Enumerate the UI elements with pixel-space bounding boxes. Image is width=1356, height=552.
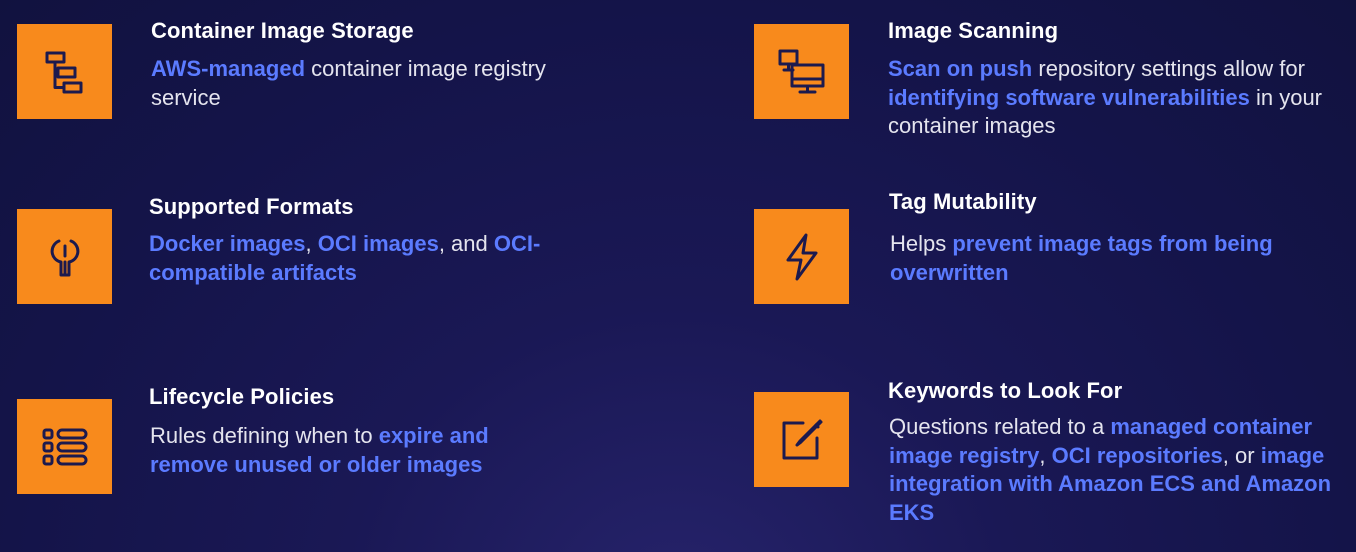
monitor-scan-icon (778, 49, 824, 93)
wrench-icon (50, 239, 79, 276)
feature-description: Docker images, OCI images, and OCI-compa… (149, 230, 549, 287)
monitor-scan-icon-box (754, 24, 849, 119)
highlight-text: OCI repositories (1051, 442, 1223, 468)
feature-description: Helps prevent image tags from being over… (890, 230, 1320, 287)
edit-icon-box (754, 392, 849, 487)
list-icon-box (17, 399, 112, 494)
feature-title: Lifecycle Policies (149, 384, 335, 409)
highlight-text: identifying software vulnerabilities (888, 84, 1250, 110)
description-text: Rules defining when to (150, 423, 379, 448)
edit-icon (782, 419, 822, 459)
description-text: , (1039, 442, 1052, 468)
feature-title: Tag Mutability (889, 189, 1037, 214)
registry-icon-box (17, 24, 112, 119)
highlight-text: AWS-managed (151, 56, 306, 81)
feature-description: AWS-managed container image registry ser… (151, 55, 551, 112)
highlight-text: Scan on push (888, 56, 1033, 81)
lightning-icon (786, 233, 817, 280)
description-text: , or (1222, 442, 1261, 468)
registry-icon (45, 51, 82, 93)
lightning-icon-box (754, 209, 849, 304)
description-text: Helps (890, 231, 953, 256)
description-text: Questions related to a (889, 414, 1111, 439)
wrench-icon-box (17, 209, 112, 304)
feature-title: Keywords to Look For (888, 378, 1123, 403)
feature-title: Supported Formats (149, 194, 354, 219)
feature-title: Container Image Storage (151, 18, 414, 43)
highlight-text: Docker images (149, 231, 306, 256)
feature-description: Scan on push repository settings allow f… (888, 55, 1338, 141)
feature-description: Rules defining when to expire and remove… (150, 422, 570, 479)
feature-title: Image Scanning (888, 18, 1059, 43)
feature-description: Questions related to a managed container… (889, 413, 1339, 527)
description-text: , (305, 231, 318, 256)
description-text: , and (438, 231, 494, 256)
list-icon (42, 428, 87, 465)
description-text: repository settings allow for (1032, 56, 1305, 81)
highlight-text: OCI images (317, 231, 439, 256)
